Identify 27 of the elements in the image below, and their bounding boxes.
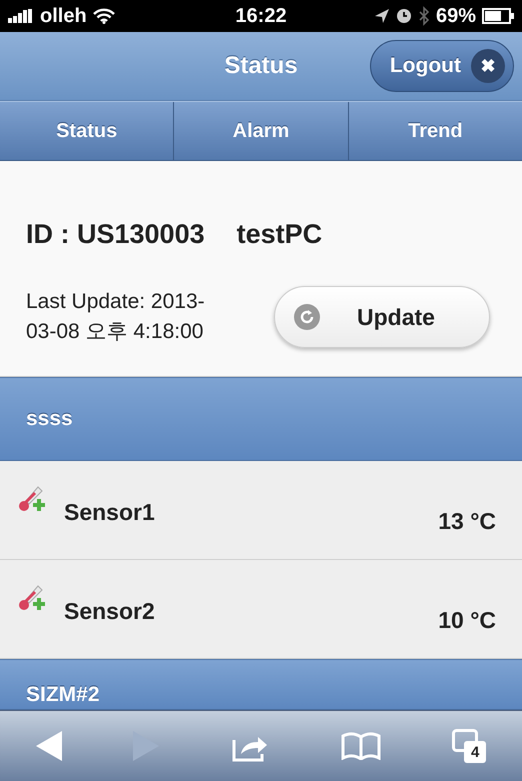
battery-icon [482, 8, 514, 24]
sensor-value: 10 °C [438, 607, 496, 635]
sensor-name: Sensor1 [64, 499, 156, 527]
logout-button[interactable]: Logout ✖ [370, 40, 514, 92]
close-icon: ✖ [471, 49, 505, 83]
group-title: SIZM#2 [26, 683, 100, 707]
carrier-name: olleh [40, 4, 87, 28]
sensor-value: 13 °C [438, 508, 496, 536]
page-title: Status [224, 52, 298, 80]
sensor-name: Sensor2 [64, 598, 156, 626]
bluetooth-icon [418, 6, 430, 26]
signal-icon [8, 9, 34, 23]
group-title: ssss [26, 407, 73, 431]
update-button[interactable]: Update [274, 286, 490, 348]
location-arrow-icon [374, 8, 390, 24]
last-update-text: Last Update: 2013-03-08 오후 4:18:00 [26, 289, 206, 345]
thermometer-add-icon [18, 584, 48, 612]
device-id: ID : US130003 [26, 219, 205, 250]
bookmarks-icon[interactable] [340, 732, 381, 760]
device-name: testPC [236, 219, 322, 250]
alarm-clock-icon [396, 8, 412, 24]
thermometer-add-icon [18, 485, 48, 513]
wifi-icon [92, 8, 115, 24]
battery-percent: 69% [436, 4, 476, 28]
clock-time: 16:22 [235, 4, 287, 28]
refresh-icon [293, 303, 321, 331]
back-icon[interactable] [36, 731, 62, 761]
